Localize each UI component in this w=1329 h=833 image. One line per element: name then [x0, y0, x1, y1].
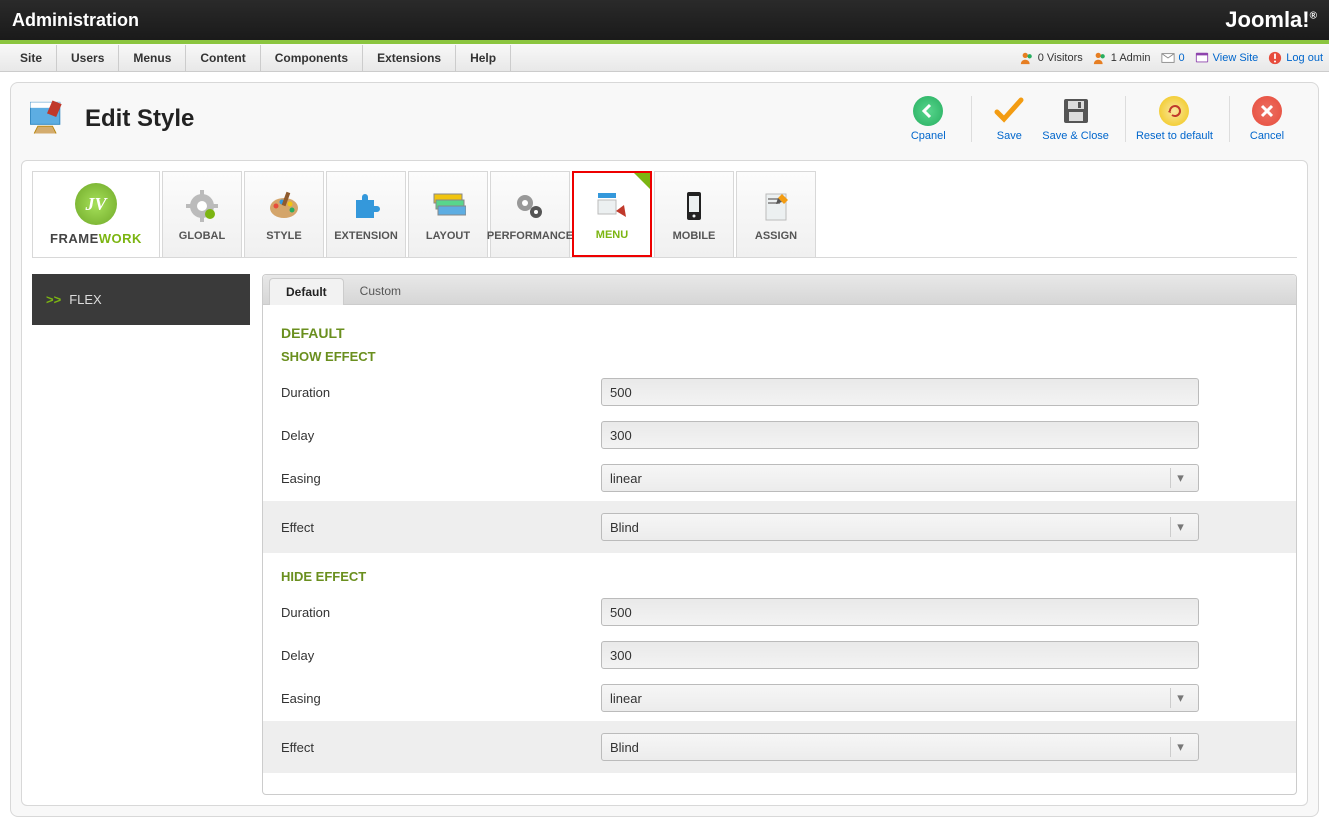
admins-icon: [1093, 51, 1107, 65]
jv-logo-icon: JV: [75, 183, 117, 225]
gears-icon: [512, 188, 548, 224]
hide-duration-input[interactable]: [601, 598, 1199, 626]
show-effect-label: Effect: [281, 520, 601, 535]
tab-extension[interactable]: EXTENSION: [326, 171, 406, 257]
section-default: DEFAULT: [281, 325, 1278, 341]
admin-topbar: Administration Joomla!®: [0, 0, 1329, 40]
chevron-down-icon: ▾: [1170, 737, 1190, 757]
show-effect-select[interactable]: Blind▾: [601, 513, 1199, 541]
show-duration-input[interactable]: [601, 378, 1199, 406]
chevron-right-icon: >>: [46, 292, 61, 307]
admin-title: Administration: [12, 10, 139, 31]
hide-effect-select[interactable]: Blind▾: [601, 733, 1199, 761]
subtab-custom[interactable]: Custom: [344, 278, 417, 304]
page-title: Edit Style: [85, 105, 194, 133]
page-header: Edit Style Cpanel Save Save & Close: [11, 87, 1318, 150]
chevron-down-icon: ▾: [1170, 688, 1190, 708]
show-easing-select[interactable]: linear▾: [601, 464, 1199, 492]
tab-menu[interactable]: MENU: [572, 171, 652, 257]
main-menubar: Site Users Menus Content Components Exte…: [0, 44, 1329, 72]
joomla-brand: Joomla!®: [1193, 4, 1317, 36]
menu-content[interactable]: Content: [186, 45, 260, 71]
tab-performance[interactable]: PERFORMANCE: [490, 171, 570, 257]
mobile-icon: [676, 188, 712, 224]
main-tabs: JV FRAMEWORK GLOBAL STYLE EXTENSION LAYO…: [32, 171, 1297, 258]
settings-panel: Default Custom DEFAULT SHOW EFFECT Durat…: [262, 274, 1297, 795]
cancel-button[interactable]: Cancel: [1240, 96, 1294, 142]
check-icon: [994, 96, 1024, 126]
section-hide-effect: HIDE EFFECT: [281, 569, 1278, 584]
toolbar: Cpanel Save Save & Close Reset to defaul…: [891, 96, 1304, 142]
chevron-down-icon: ▾: [1170, 468, 1190, 488]
tab-global[interactable]: GLOBAL: [162, 171, 242, 257]
menu-icon: [594, 187, 630, 223]
page-container: Edit Style Cpanel Save Save & Close: [10, 82, 1319, 817]
hide-duration-label: Duration: [281, 605, 601, 620]
show-easing-label: Easing: [281, 471, 601, 486]
content-body: >>FLEX Default Custom DEFAULT SHOW EFFEC…: [32, 274, 1297, 795]
left-sidebar: >>FLEX: [32, 274, 250, 795]
save-button[interactable]: Save: [982, 96, 1036, 142]
hide-delay-label: Delay: [281, 648, 601, 663]
menubar-right: 0 Visitors 1 Admin 0 View Site Log out: [1020, 51, 1323, 65]
menu-site[interactable]: Site: [6, 45, 57, 71]
show-delay-input[interactable]: [601, 421, 1199, 449]
palette-icon: [266, 188, 302, 224]
menu-components[interactable]: Components: [261, 45, 363, 71]
assign-icon: [758, 188, 794, 224]
hide-effect-label: Effect: [281, 740, 601, 755]
link-viewsite[interactable]: View Site: [1195, 51, 1259, 65]
tab-layout[interactable]: LAYOUT: [408, 171, 488, 257]
hide-easing-select[interactable]: linear▾: [601, 684, 1199, 712]
sidebar-item-flex[interactable]: >>FLEX: [32, 274, 250, 325]
visitors-icon: [1020, 51, 1034, 65]
tab-style[interactable]: STYLE: [244, 171, 324, 257]
section-show-effect: SHOW EFFECT: [281, 349, 1278, 364]
subtabs: Default Custom: [263, 275, 1296, 305]
chevron-down-icon: ▾: [1170, 517, 1190, 537]
menu-help[interactable]: Help: [456, 45, 511, 71]
menubar-left: Site Users Menus Content Components Exte…: [6, 45, 511, 71]
tab-assign[interactable]: ASSIGN: [736, 171, 816, 257]
subtab-default[interactable]: Default: [269, 278, 344, 305]
puzzle-icon: [348, 188, 384, 224]
tab-mobile[interactable]: MOBILE: [654, 171, 734, 257]
cpanel-button[interactable]: Cpanel: [901, 96, 955, 142]
layout-icon: [430, 188, 466, 224]
save-close-button[interactable]: Save & Close: [1042, 96, 1109, 142]
tab-framework[interactable]: JV FRAMEWORK: [32, 171, 160, 257]
hide-delay-input[interactable]: [601, 641, 1199, 669]
content-box: JV FRAMEWORK GLOBAL STYLE EXTENSION LAYO…: [21, 160, 1308, 806]
show-duration-label: Duration: [281, 385, 601, 400]
main-area: Default Custom DEFAULT SHOW EFFECT Durat…: [262, 274, 1297, 795]
viewsite-icon: [1195, 51, 1209, 65]
stat-messages[interactable]: 0: [1161, 51, 1185, 65]
link-logout[interactable]: Log out: [1268, 51, 1323, 65]
joomla-icon: [1193, 4, 1219, 36]
mail-icon: [1161, 51, 1175, 65]
hide-easing-label: Easing: [281, 691, 601, 706]
disk-icon: [1061, 96, 1091, 126]
close-icon: [1260, 104, 1274, 118]
gear-icon: [184, 188, 220, 224]
logout-icon: [1268, 51, 1282, 65]
undo-icon: [1166, 103, 1182, 119]
show-delay-label: Delay: [281, 428, 601, 443]
menu-extensions[interactable]: Extensions: [363, 45, 456, 71]
menu-menus[interactable]: Menus: [119, 45, 186, 71]
reset-button[interactable]: Reset to default: [1136, 96, 1213, 142]
stat-admins: 1 Admin: [1093, 51, 1151, 65]
stat-visitors: 0 Visitors: [1020, 51, 1083, 65]
edit-style-icon: [25, 95, 69, 142]
menu-users[interactable]: Users: [57, 45, 119, 71]
